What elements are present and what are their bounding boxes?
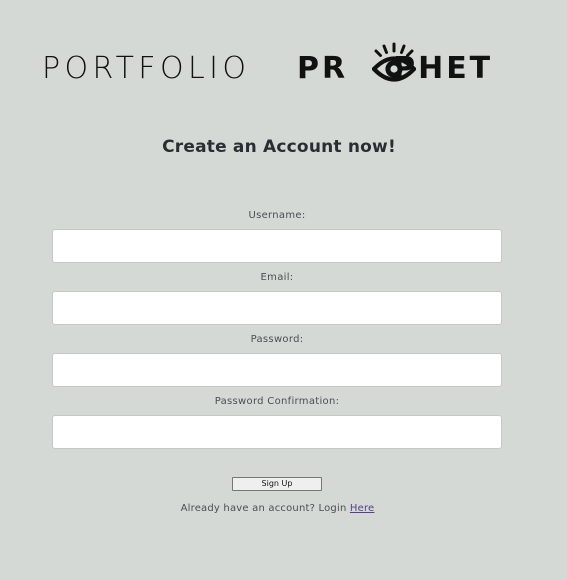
password-label: Password: [250,334,304,345]
username-input[interactable] [52,229,502,263]
signup-form: Username: Email: Password: Password Conf… [52,208,502,456]
password-input[interactable] [52,353,502,387]
sign-up-button[interactable]: Sign Up [232,477,322,491]
eye-icon [372,42,416,82]
submit-wrap: Sign Up [232,471,322,491]
username-field-group: Username: [52,209,502,270]
page-title: Create an Account now! [162,137,396,157]
brand-name-light: PORTFOLIO [42,51,251,86]
email-input[interactable] [52,291,502,325]
brand-logo: PORTFOLIO PR PHET [42,42,522,86]
login-prompt-text: Already have an account? Login [180,503,350,514]
password-confirmation-input[interactable] [52,415,502,449]
email-field-group: Email: [52,271,502,332]
username-label: Username: [248,210,306,221]
login-link[interactable]: Here [350,503,375,514]
password-field-group: Password: [52,333,502,394]
login-prompt: Already have an account? Login Here [0,503,555,514]
password-confirmation-field-group: Password Confirmation: [52,395,502,456]
brand-name-bold-start: PR [297,51,349,86]
email-label: Email: [260,272,294,283]
password-confirmation-label: Password Confirmation: [214,396,340,407]
